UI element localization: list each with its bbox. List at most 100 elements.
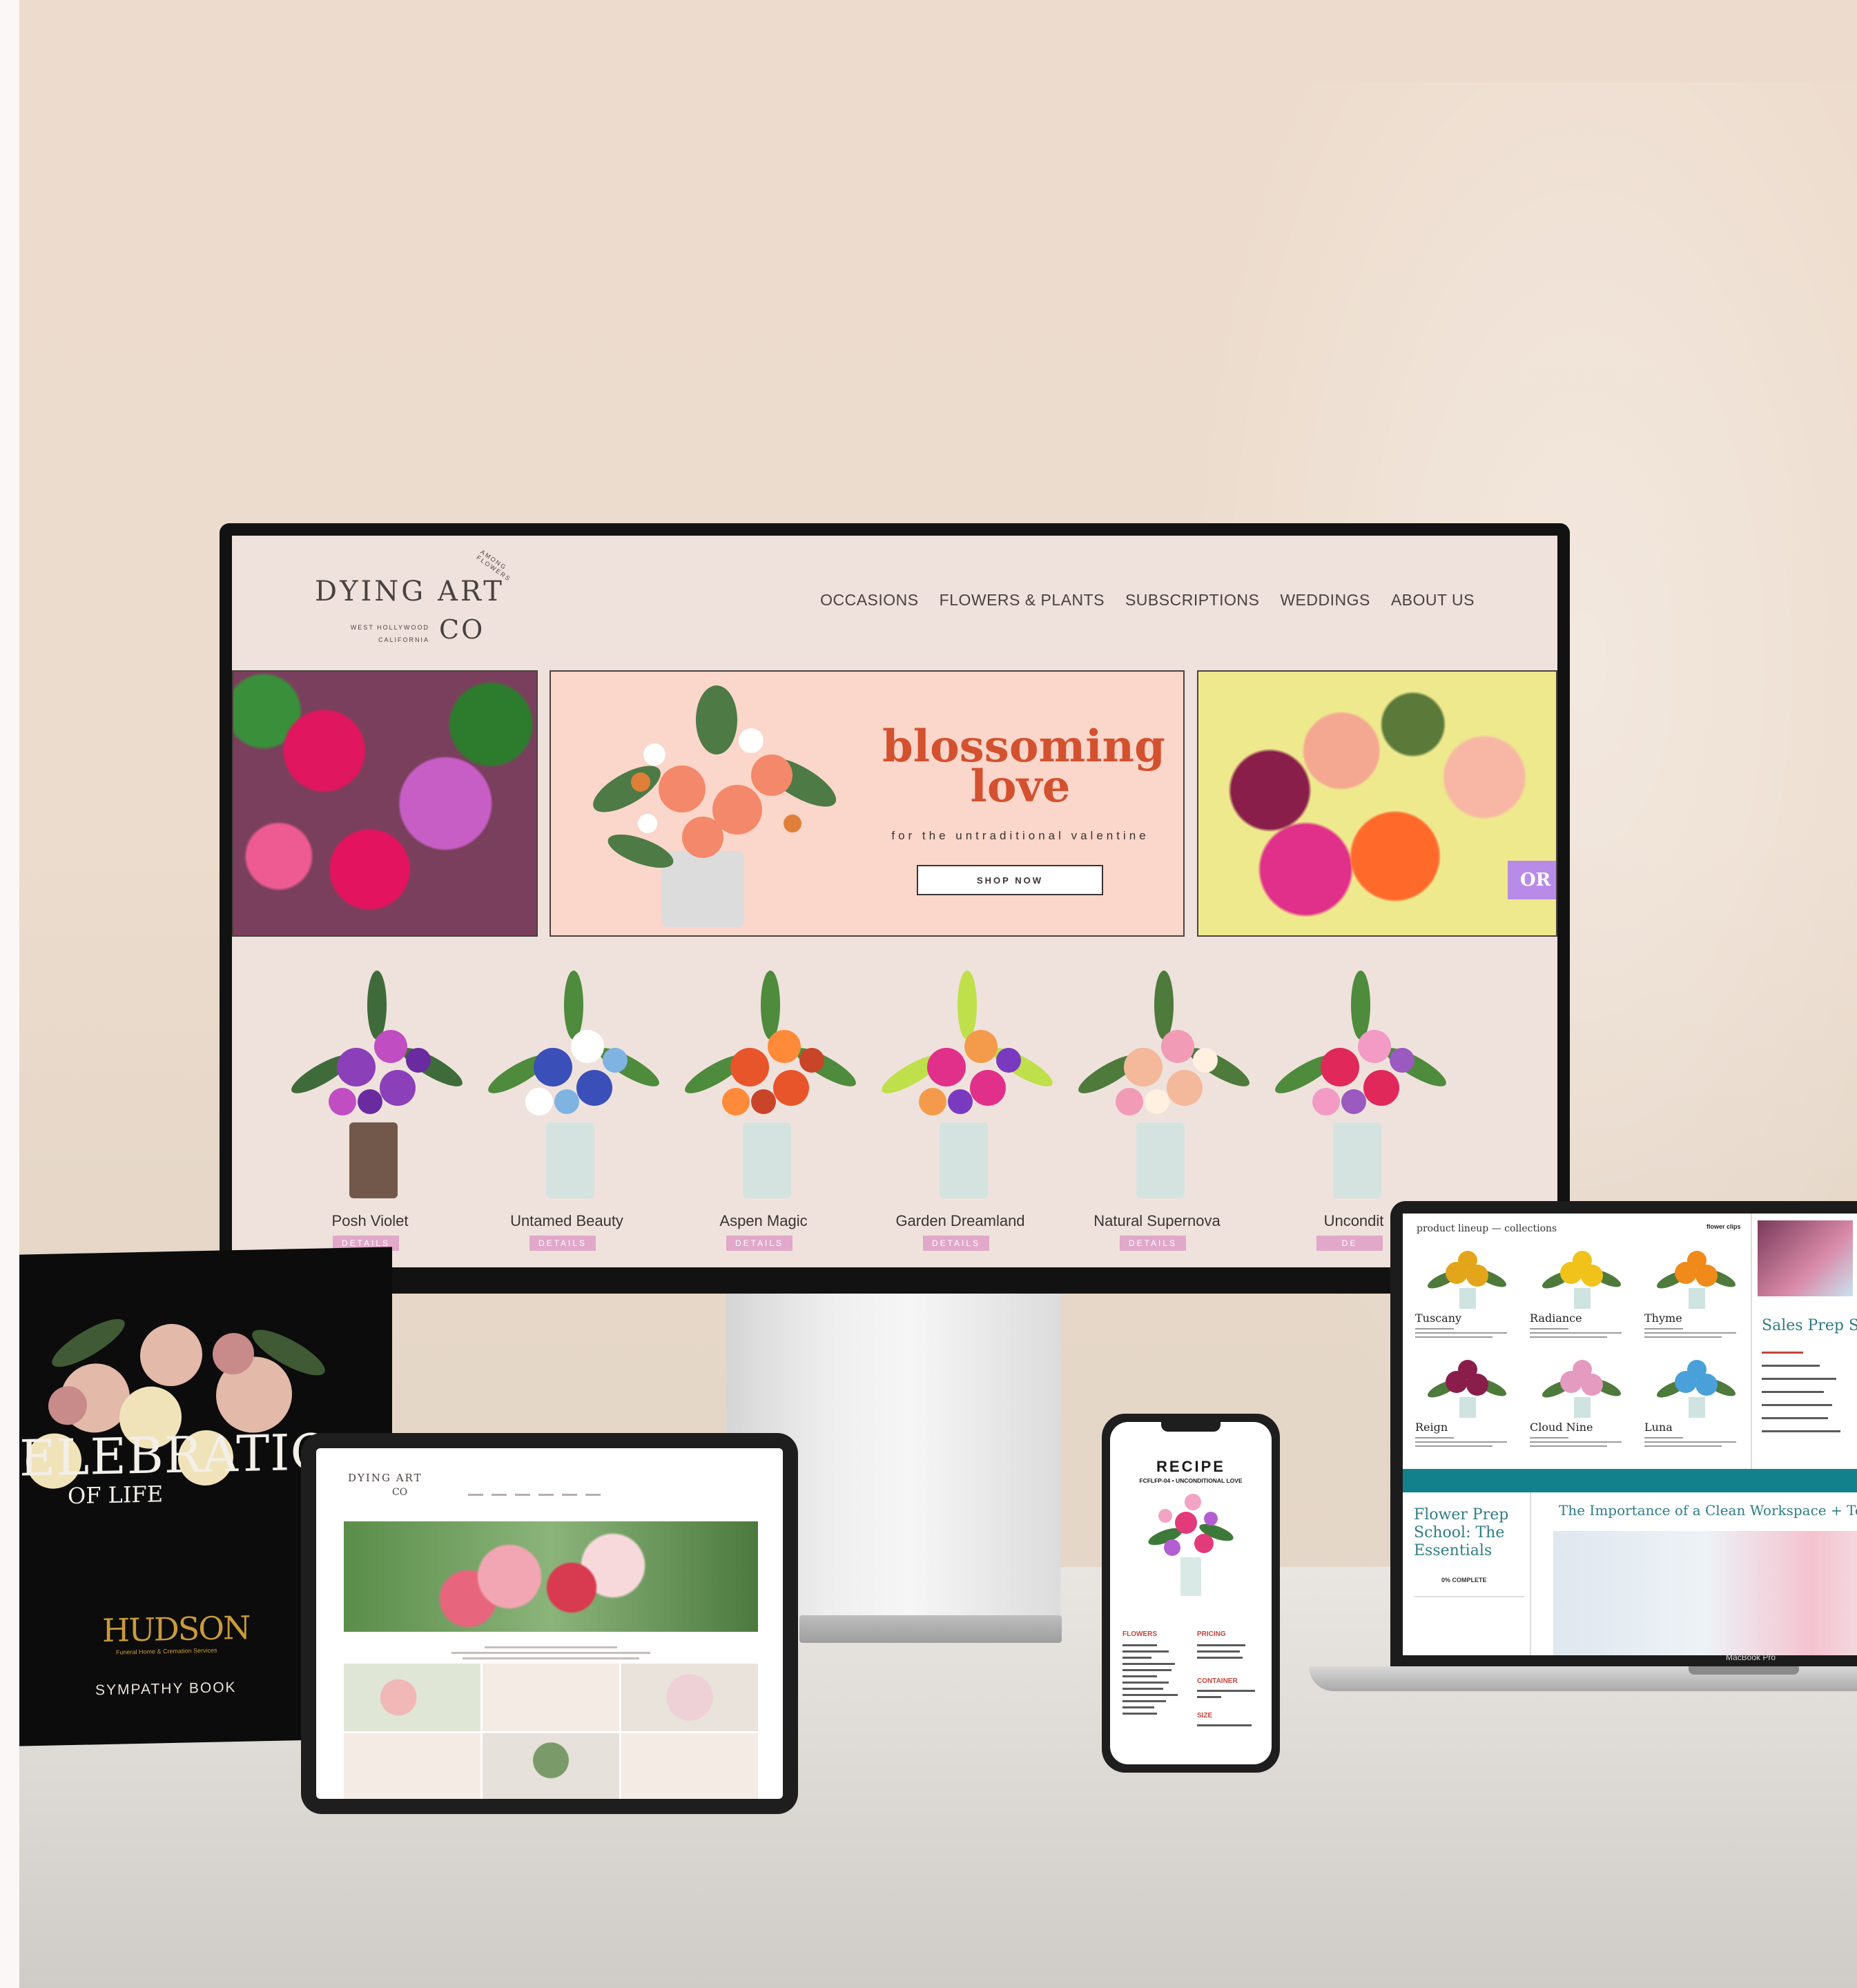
lesson-photo[interactable]: [1553, 1531, 1857, 1655]
product-row: Posh Violet DETAILS Untamed Beauty DETAILS A…: [280, 957, 1537, 1260]
lineup-card-title: Luna: [1644, 1421, 1673, 1434]
main-nav: OCCASIONS FLOWERS & PLANTS SUBSCRIPTIONS…: [820, 591, 1475, 610]
course-progress-bar: [1414, 1596, 1524, 1597]
recipe-title: RECIPE: [1156, 1458, 1225, 1475]
recipe-bouquet-image: [1148, 1494, 1234, 1596]
tablet-grid-photo[interactable]: [344, 1664, 480, 1731]
recipe-size-list: [1197, 1724, 1258, 1731]
lineup-card-title: Cloud Nine: [1530, 1421, 1593, 1434]
lineup-card-text: [1415, 1437, 1512, 1450]
lineup-card-text: [1644, 1328, 1741, 1341]
product-bouquet-image: [1078, 971, 1250, 1198]
product-bouquet-image: [685, 971, 856, 1198]
hero-slide-left[interactable]: [232, 670, 538, 937]
product-card[interactable]: Untamed Beauty DETAILS: [477, 957, 670, 1260]
lineup-card-title: Radiance: [1530, 1312, 1582, 1325]
lineup-card[interactable]: Thyme: [1644, 1245, 1748, 1363]
hero-carousel: blossoming love for the untraditional va…: [232, 670, 1557, 939]
nav-about-us[interactable]: ABOUT US: [1391, 591, 1475, 610]
lesson-title: The Importance of a Clean Workspace + To…: [1559, 1502, 1857, 1519]
book-label: SYMPATHY BOOK: [95, 1679, 237, 1699]
hero-right-chip: OR: [1508, 861, 1556, 899]
recipe-flowers-heading: FLOWERS: [1122, 1630, 1157, 1638]
hero-slide-main[interactable]: blossoming love for the untraditional va…: [550, 670, 1185, 937]
monitor-stand-base: [799, 1615, 1062, 1643]
hero-title: blossoming love: [882, 725, 1165, 809]
logo-location-line2: CALIFORNIA: [378, 636, 429, 643]
lineup-card[interactable]: Luna: [1644, 1354, 1748, 1472]
desktop-monitor: DYING ART AMONG FLOWERS WEST HOLLYWOOD C…: [220, 523, 1570, 1294]
product-name[interactable]: Aspen Magic: [674, 1212, 853, 1230]
product-card[interactable]: Garden Dreamland DETAILS: [871, 957, 1064, 1260]
details-button[interactable]: DETAILS: [923, 1236, 989, 1251]
product-bouquet-image: [488, 971, 659, 1198]
product-name[interactable]: Posh Violet: [280, 1212, 460, 1230]
recipe-pricing-list: [1197, 1644, 1258, 1663]
lineup-card-image: [1542, 1360, 1622, 1418]
product-bouquet-image: [882, 971, 1053, 1198]
lineup-card-image: [1656, 1360, 1736, 1418]
lineup-card[interactable]: Reign: [1415, 1354, 1519, 1472]
lineup-header-right: flower clips: [1707, 1223, 1741, 1230]
details-button[interactable]: DETAILS: [529, 1236, 596, 1251]
details-button[interactable]: DETAILS: [1120, 1236, 1186, 1251]
lineup-card[interactable]: Tuscany: [1415, 1245, 1519, 1363]
tablet-grid-tile[interactable]: [621, 1733, 758, 1799]
product-card[interactable]: Posh Violet DETAILS: [280, 957, 474, 1260]
nav-weddings[interactable]: WEDDINGS: [1280, 591, 1370, 610]
logo-location: WEST HOLLYWOOD CALIFORNIA: [347, 621, 429, 646]
sales-prep-photo[interactable]: [1758, 1220, 1853, 1296]
product-card[interactable]: Natural Supernova DETAILS: [1067, 957, 1261, 1260]
book-brand-tagline: Funeral Home & Cremation Services: [116, 1646, 217, 1656]
details-button[interactable]: DETAILS: [726, 1236, 793, 1251]
tablet-grid-photo[interactable]: [621, 1664, 758, 1731]
tablet-logo[interactable]: DYING ART: [348, 1472, 422, 1484]
product-card[interactable]: Aspen Magic DETAILS: [674, 957, 867, 1260]
sales-prep-list: [1762, 1352, 1845, 1436]
tablet-intro-text: [440, 1643, 661, 1663]
sales-prep-panel: Sales Prep Scho: [1751, 1214, 1857, 1469]
book-subtitle: OF LIFE: [68, 1481, 164, 1510]
recipe-flowers-list: [1122, 1644, 1180, 1719]
lineup-card-image: [1542, 1251, 1622, 1309]
lineup-card-image: [1427, 1251, 1507, 1309]
site-logo[interactable]: DYING ART AMONG FLOWERS WEST HOLLYWOOD C…: [315, 548, 522, 665]
laptop-notch: [1689, 1666, 1799, 1675]
tablet-grid-photo[interactable]: [483, 1733, 619, 1799]
tablet-nav: [468, 1494, 601, 1496]
book-title: ELEBRATIO: [19, 1423, 332, 1488]
lesson-bar: [1403, 1469, 1857, 1492]
recipe-subtitle: FCFLFP-04 • UNCONDITIONAL LOVE: [1139, 1477, 1243, 1484]
product-name[interactable]: Natural Supernova: [1067, 1212, 1247, 1230]
hero-bouquet-image: [593, 685, 837, 927]
sales-prep-title: Sales Prep Scho: [1762, 1317, 1857, 1334]
lineup-card[interactable]: Cloud Nine: [1530, 1354, 1633, 1472]
course-progress: 0% COMPLETE: [1441, 1577, 1487, 1583]
tablet-grid-tile[interactable]: [344, 1733, 480, 1799]
logo-location-line1: WEST HOLLYWOOD: [350, 624, 429, 631]
lineup-card[interactable]: Radiance: [1530, 1245, 1633, 1363]
nav-flowers-plants[interactable]: FLOWERS & PLANTS: [940, 591, 1105, 610]
nav-occasions[interactable]: OCCASIONS: [820, 591, 919, 610]
details-button[interactable]: DE: [1316, 1236, 1383, 1251]
laptop-screen: product lineup — collections flower clip…: [1403, 1214, 1857, 1655]
product-name[interactable]: Untamed Beauty: [477, 1212, 657, 1230]
laptop-device: product lineup — collections flower clip…: [1390, 1201, 1857, 1668]
shop-now-button[interactable]: SHOP NOW: [917, 865, 1103, 895]
tablet-grid-tile[interactable]: [483, 1664, 619, 1731]
lineup-card-title: Reign: [1415, 1421, 1448, 1434]
left-border-strip: [0, 0, 19, 1988]
lineup-header: product lineup — collections: [1417, 1223, 1557, 1234]
course-card[interactable]: Flower Prep School: The Essentials 0% CO…: [1403, 1492, 1531, 1655]
laptop-model-label: MacBook Pro: [1726, 1653, 1776, 1662]
hero-slide-right[interactable]: OR: [1197, 670, 1557, 937]
tablet-device: DYING ART CO: [301, 1433, 798, 1814]
lineup-card-text: [1415, 1328, 1512, 1341]
tablet-hero-image[interactable]: [344, 1521, 758, 1632]
tablet-logo-co: CO: [392, 1487, 408, 1498]
product-name[interactable]: Garden Dreamland: [871, 1212, 1050, 1230]
logo-main-text: DYING ART: [315, 576, 505, 607]
nav-subscriptions[interactable]: SUBSCRIPTIONS: [1125, 591, 1259, 610]
lineup-card-text: [1644, 1437, 1741, 1450]
lineup-card-image: [1427, 1360, 1507, 1418]
